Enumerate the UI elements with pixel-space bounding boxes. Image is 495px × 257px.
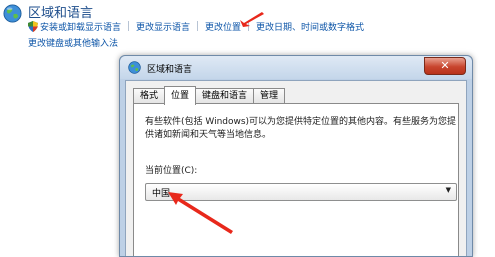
region-icon — [128, 61, 141, 74]
tab-strip: 格式 位置 键盘和语言 管理 — [133, 86, 286, 105]
dialog-body: 格式 位置 键盘和语言 管理 有些软件(包括 Windows)可以为您提供特定位… — [125, 80, 467, 256]
link-separator — [248, 21, 250, 31]
tab-keyboards-languages[interactable]: 键盘和语言 — [195, 88, 255, 104]
change-display-language-link[interactable]: 更改显示语言 — [136, 20, 190, 33]
dialog-title: 区域和语言 — [147, 65, 193, 75]
link-separator — [197, 21, 199, 31]
region-language-dialog: 区域和语言 ✕ 格式 位置 键盘和语言 管理 有些软件(包括 Windows)可… — [119, 55, 473, 257]
change-date-time-number-format-link[interactable]: 更改日期、时间或数字格式 — [256, 20, 364, 33]
install-uninstall-display-languages-link[interactable]: 安装或卸载显示语言 — [40, 20, 121, 33]
tab-formats[interactable]: 格式 — [133, 88, 166, 104]
current-location-label: 当前位置(C): — [145, 166, 198, 176]
change-location-link[interactable]: 更改位置 — [205, 20, 241, 33]
link-separator — [128, 21, 130, 31]
close-button[interactable]: ✕ — [424, 57, 466, 75]
chevron-down-icon: ▼ — [445, 186, 451, 194]
current-location-select[interactable]: 中国 ▼ — [145, 183, 457, 201]
globe-icon — [3, 4, 22, 23]
uac-shield-icon — [28, 20, 38, 32]
location-description: 有些软件(包括 Windows)可以为您提供特定位置的其他内容。有些服务为您提供… — [145, 117, 457, 140]
control-panel-title[interactable]: 区域和语言 — [28, 2, 93, 21]
tab-location[interactable]: 位置 — [164, 86, 197, 105]
location-tab-panel: 有些软件(包括 Windows)可以为您提供特定位置的其他内容。有些服务为您提供… — [133, 103, 459, 256]
dialog-titlebar[interactable]: 区域和语言 ✕ — [120, 56, 472, 79]
tab-administrative[interactable]: 管理 — [253, 88, 286, 104]
change-keyboard-input-methods-link[interactable]: 更改键盘或其他输入法 — [28, 39, 118, 49]
current-location-value: 中国 — [152, 189, 171, 199]
task-links: 安装或卸载显示语言 更改显示语言 更改位置 更改日期、时间或数字格式 — [28, 20, 364, 33]
